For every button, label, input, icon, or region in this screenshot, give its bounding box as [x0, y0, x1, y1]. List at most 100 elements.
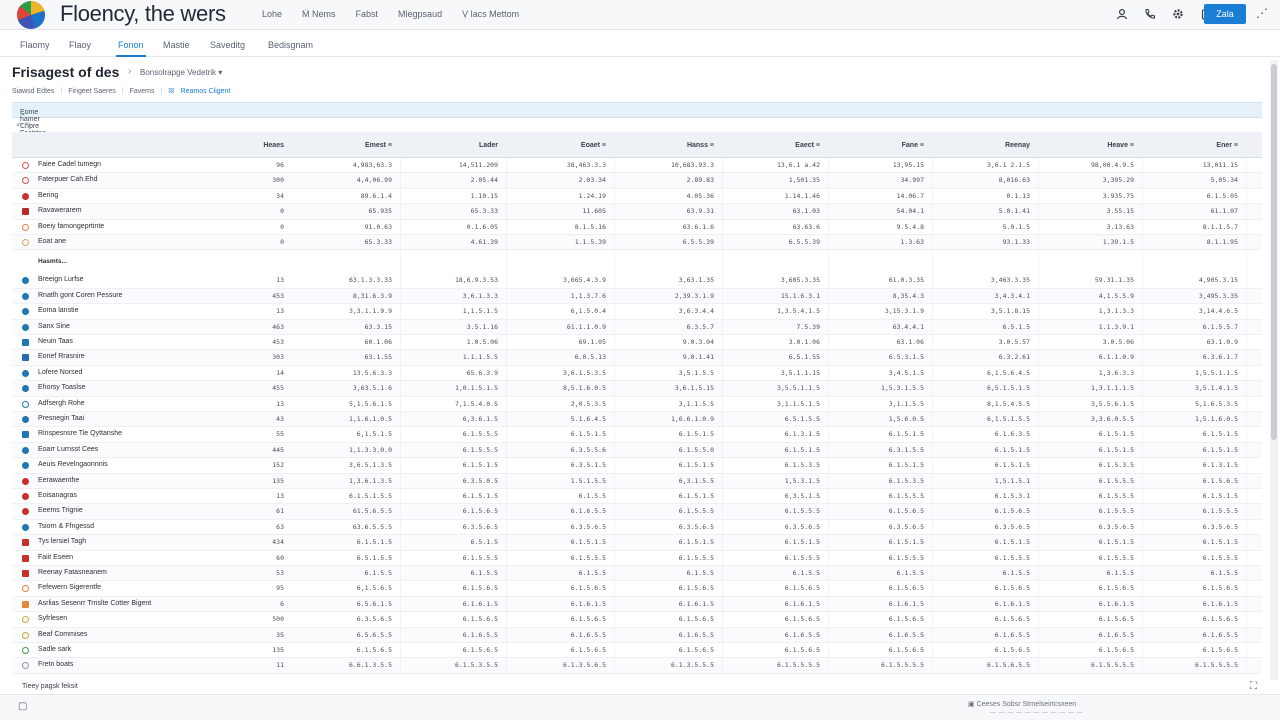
column-header[interactable]: Hanss ≡	[634, 142, 714, 149]
breadcrumb-select[interactable]: Bonsolrapge Vedetrik ▾	[140, 68, 222, 77]
row-name[interactable]: Fefewern Sigerentfe	[38, 584, 101, 591]
table-row[interactable]: Eoat ane 0 65.3.33 4.61.39 1.1.5.39 6.5.5.39 6…	[12, 235, 1262, 251]
row-name[interactable]: Beaf Commises	[38, 631, 87, 638]
scrollbar-thumb[interactable]	[1271, 64, 1277, 440]
top-menu-item[interactable]: Mlegpsaud	[388, 8, 452, 20]
row-name[interactable]: Eerawaenthe	[38, 477, 79, 484]
row-name[interactable]: Breeign Lurfse	[38, 276, 84, 283]
table-row[interactable]: Asrlias Sesenrr Trnslte Cotter Bigent 6 6.…	[12, 596, 1262, 613]
row-name[interactable]: Presnegin Taai	[38, 415, 84, 422]
column-header[interactable]: Fane ≡	[844, 142, 924, 149]
table-row[interactable]: Eoma lanstie 13 3,3.1.1.9.9 1,1.5.1.5 6,1.5.…	[12, 304, 1262, 320]
phone-icon[interactable]	[1142, 6, 1158, 22]
column-header[interactable]: Reenay	[950, 142, 1030, 149]
table-row[interactable]: Faiit Eseen 60 6.5.1.5.5 6.1.5.5.5 6.1.5.5.5…	[12, 551, 1262, 566]
row-name[interactable]: Rinspesnsre Tie Qyttanshe	[38, 430, 122, 437]
top-menu-item[interactable]: Ṁ Nems	[292, 8, 346, 20]
table-row[interactable]: Reenay Fatasneanem 53 6.1.5.5 6.1.5.5 6.1.5.…	[12, 566, 1262, 582]
row-name[interactable]: Bering	[38, 192, 58, 199]
table-row[interactable]: Rnatlh gont Coren Pessure 453 8,31.6.3.9 3,…	[12, 288, 1262, 305]
table-row[interactable]: Boeiy famongeprtinte 0 91.0.63 0.1.6.05 8.1.…	[12, 220, 1262, 235]
table-row[interactable]: Adfsergh Rohe 13 5,1.5.6.1.5 7,1.5.4.0.5 2,0…	[12, 397, 1262, 412]
row-name[interactable]: Eoarr Lurnsst Cees	[38, 446, 98, 453]
row-name[interactable]: Fretn boats	[38, 661, 73, 668]
table-row[interactable]: Eoarr Lurnsst Cees 445 1,1.3.3.0.0 6.1.5.5.…	[12, 442, 1262, 459]
table-row[interactable]: Fretn boats 11 6.6.1.3.5.5 6.1.5.3.5.5 6.1.3…	[12, 658, 1262, 674]
tab-item-active[interactable]: Fonon	[116, 39, 146, 57]
table-row[interactable]: Faterpuer Cah.Ehd 300 4,4,06.99 2.05.44 2.03…	[12, 173, 1262, 189]
column-header[interactable]: Emest ≡	[312, 142, 392, 149]
table-row[interactable]: Tsiorn & Ffngessd 63 63.6.5.5.5 6.3.5.6.5 6.…	[12, 520, 1262, 536]
settings-icon[interactable]	[1170, 6, 1186, 22]
logo-icon[interactable]	[14, 0, 48, 30]
row-name[interactable]: Adfsergh Rohe	[38, 400, 85, 407]
table-row[interactable]: Faiee Cadel tumegn 96 4,983,63.3 14,511.209…	[12, 158, 1262, 174]
table-row[interactable]: Sanx Sine 463 63.3.15 3.5.1.16 61.1.1.0.9 6.3…	[12, 319, 1262, 335]
row-name[interactable]: Ravawerarem	[38, 207, 82, 214]
column-header[interactable]: Eaect ≡	[740, 142, 820, 149]
table-row[interactable]: Rinspesnsre Tie Qyttanshe 55 6,1.5.1.5 6.1.…	[12, 427, 1262, 443]
row-name[interactable]: Rnatlh gont Coren Pessure	[38, 292, 122, 299]
group-header[interactable]: ⌄ Eome hamer Chpre Faatrtee Mhng	[12, 102, 1262, 144]
user-icon[interactable]	[1114, 6, 1130, 22]
row-name[interactable]: Asrlias Sesenrr Trnslte Cotter Bigent	[38, 600, 151, 607]
table-row[interactable]: Neuin Taas 453 60.1.06 1.0.5.06 69.1.05 9.0.3…	[12, 335, 1262, 351]
row-name[interactable]: Eoma lanstie	[38, 307, 78, 314]
primary-action-button[interactable]: Zala	[1204, 4, 1246, 24]
more-icon[interactable]: ⋰	[1256, 6, 1268, 20]
top-menu-item[interactable]: Fabst	[346, 8, 389, 20]
row-name[interactable]: Faiit Eseen	[38, 554, 73, 561]
table-row[interactable]: Eonef Rrasnire 303 63.1.55 1.1.1.5.5 6.0.5.1…	[12, 350, 1262, 366]
row-name[interactable]: Eonef Rrasnire	[38, 353, 85, 360]
window-icon[interactable]: ▢	[18, 701, 27, 712]
row-name[interactable]: Tsiorn & Ffngessd	[38, 523, 94, 530]
tab-item[interactable]: Saveditg	[210, 39, 245, 51]
row-name[interactable]: Ehorsy Toaslse	[38, 384, 85, 391]
table-row[interactable]: Eerawaenthe 135 1,3.6.1.3.5 6.3.5.0.5 1.5.1.…	[12, 473, 1262, 489]
checkbox-icon[interactable]: ☒	[168, 87, 180, 95]
resize-icon[interactable]: ⛶	[1250, 681, 1257, 692]
tab-item[interactable]: Bedisgnam	[268, 39, 313, 51]
table-row[interactable]: Bering 34 89.6.1.4 1.10.15 1.24.19 4.05.36 1.1…	[12, 189, 1262, 205]
row-name[interactable]: Eoisanagras	[38, 492, 77, 499]
undo-redo-icons[interactable]: ↶ ↷	[16, 121, 32, 130]
filter-item[interactable]: Fingeet Saeres	[68, 88, 121, 95]
row-name[interactable]: Eeems Trignie	[38, 507, 83, 514]
row-name[interactable]: Eoat ane	[38, 238, 66, 245]
row-name[interactable]: Neuin Taas	[38, 338, 73, 345]
table-row[interactable]: Ehorsy Toaslse 455 3,63.5.1.6 1,0.1.5.1.5 8,…	[12, 381, 1262, 397]
filter-item[interactable]: Favems	[130, 88, 161, 95]
column-header[interactable]: Lader	[418, 142, 498, 149]
row-name[interactable]: Aeuis Revelngaonnnis	[38, 461, 108, 468]
table-row[interactable]: Eeems Trignie 61 61.5.6.5.5 6.1.5.6.5 6.1.6.…	[12, 504, 1262, 520]
top-menu-item[interactable]: Ṿ lacs Mettom	[452, 8, 529, 20]
row-name[interactable]: Faiee Cadel tumegn	[38, 161, 101, 168]
filter-item-checked[interactable]: Reamos Cligent	[181, 88, 237, 95]
table-row[interactable]: Aeuis Revelngaonnnis 152 3,6.5.1.3.5 6.1.5.…	[12, 458, 1262, 474]
column-header[interactable]: Ener ≡	[1158, 142, 1238, 149]
table-row[interactable]: Eoisanagras 13 6.1.5.1.5.5 6.1.5.1.5 6.1.5.5…	[12, 489, 1262, 505]
table-row[interactable]: Tys lersiel Tagh 434 6.1.5.1.5 6.5.1.5 6.1.5…	[12, 535, 1262, 551]
top-menu-item[interactable]: Lohe	[252, 8, 292, 20]
table-row[interactable]: Fefewern Sigerentfe 95 6,1.5.6.5 6.1.5.6.5 6…	[12, 581, 1262, 597]
table-row[interactable]: Syfrlesen 500 6.3.5.6.5 6.1.5.6.5 6.1.5.6.5 6…	[12, 612, 1262, 628]
tab-item[interactable]: Flaoy	[69, 39, 91, 51]
tab-item[interactable]: Mastie	[163, 39, 190, 51]
table-row[interactable]: Ravawerarem 0 65.935 65.3.33 11.605 63.9.31 63…	[12, 204, 1262, 220]
table-row[interactable]: Beaf Commises 35 6.5.6.5.5 6.1.6.5.5 6.1.6.5…	[12, 627, 1262, 643]
row-name[interactable]: Sanx Sine	[38, 323, 70, 330]
table-row[interactable]: Breeign Lurfse 13 63.1.3.3.33 18,6.9.3.53 3,…	[12, 273, 1262, 289]
row-name[interactable]: Syfrlesen	[38, 615, 67, 622]
row-name[interactable]: Tys lersiel Tagh	[38, 538, 86, 545]
column-header[interactable]: Eoaet ≡	[526, 142, 606, 149]
table-row[interactable]: Sadle sark 135 6.1.5.6.5 6.1.5.6.5 6.1.5.6.5…	[12, 643, 1262, 659]
filter-item[interactable]: Siawsd Edtes	[12, 88, 60, 95]
column-header[interactable]: Heave ≡	[1054, 142, 1134, 149]
row-name[interactable]: Lofere Norsed	[38, 369, 82, 376]
row-name[interactable]: Faterpuer Cah.Ehd	[38, 176, 98, 183]
tab-item[interactable]: Flaomy	[20, 39, 50, 51]
row-name[interactable]: Boeiy famongeprtinte	[38, 223, 104, 230]
row-name[interactable]: Sadle sark	[38, 646, 71, 653]
row-name[interactable]: Reenay Fatasneanem	[38, 569, 107, 576]
column-header[interactable]: Heaes	[254, 142, 284, 149]
